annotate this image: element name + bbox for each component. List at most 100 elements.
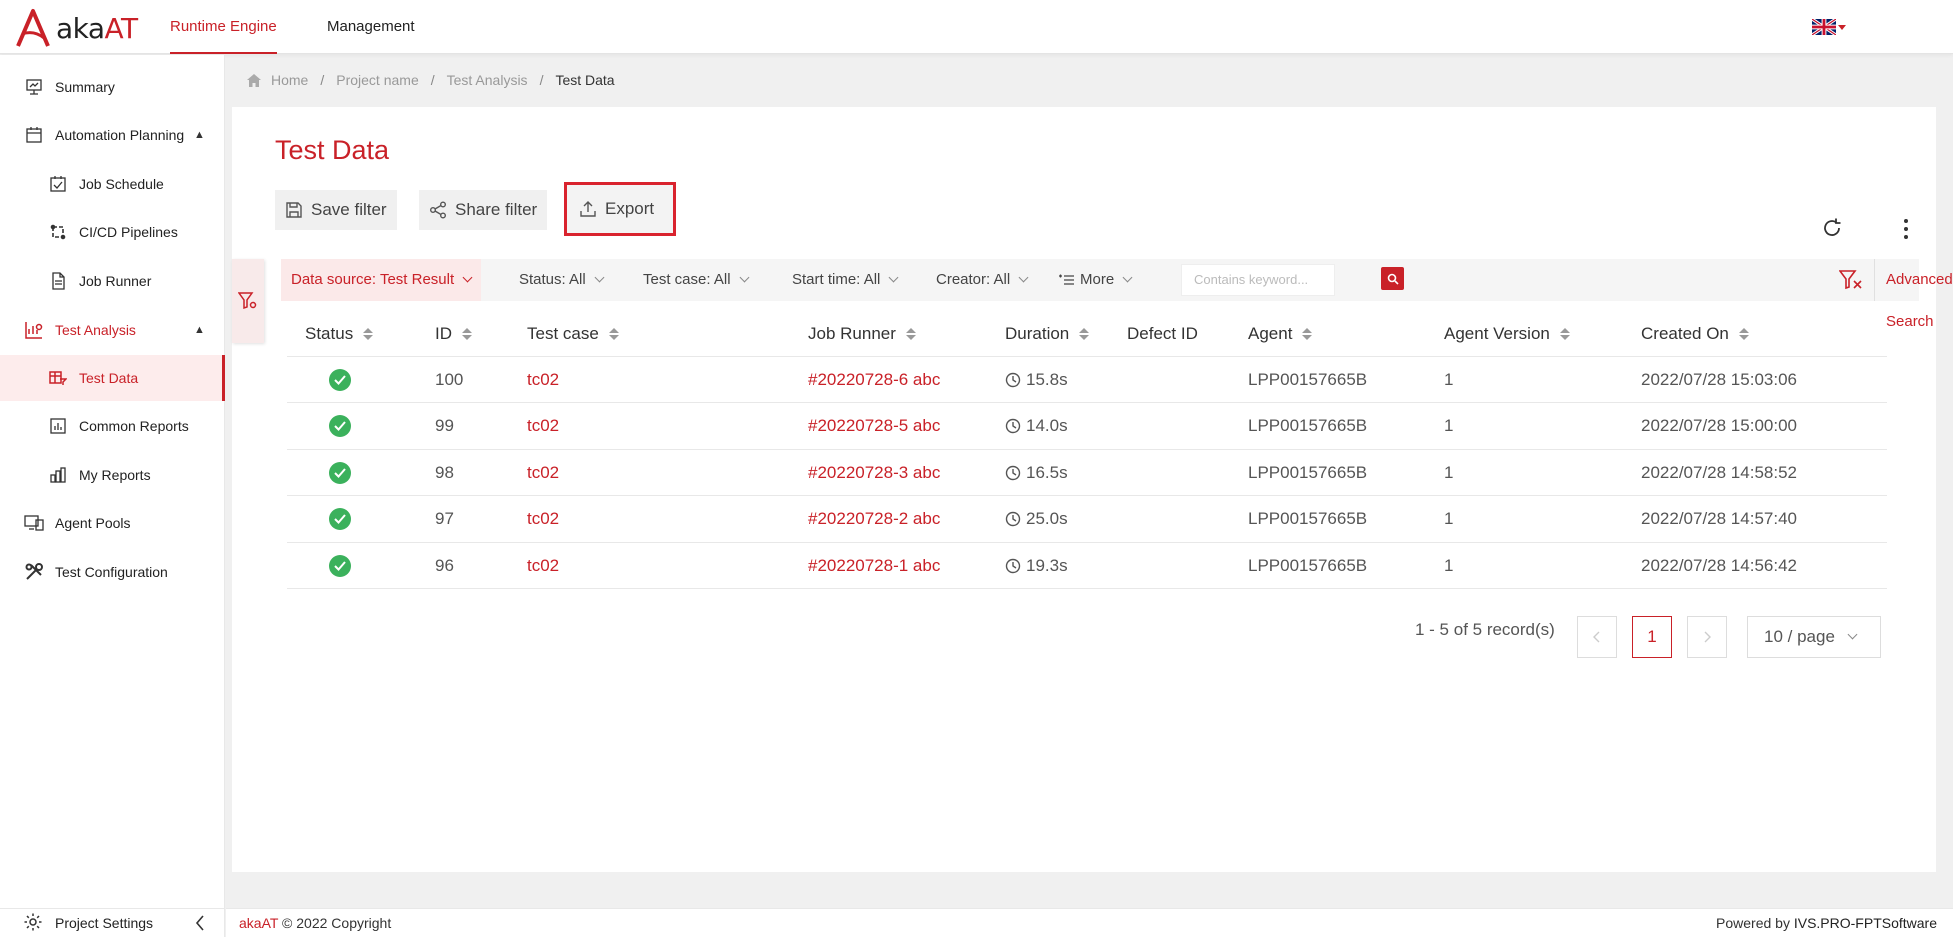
id-cell: 99 xyxy=(435,416,454,436)
creator-filter[interactable]: Creator: All xyxy=(936,259,1029,301)
breadcrumb-separator: / xyxy=(430,72,435,88)
language-selector[interactable] xyxy=(1812,19,1846,35)
refresh-button[interactable] xyxy=(1821,217,1843,244)
table-row[interactable]: 97 tc02 #20220728-2 abc 25.0s LPP00157665B 1 2… xyxy=(287,496,1887,543)
app-logo[interactable]: akaAT xyxy=(14,8,138,48)
breadcrumb-current: Test Data xyxy=(555,72,615,88)
status-cell xyxy=(329,403,351,449)
start-time-filter[interactable]: Start time: All xyxy=(792,259,899,301)
job-runner-link[interactable]: #20220728-6 abc xyxy=(808,357,940,403)
id-cell: 98 xyxy=(435,462,454,482)
table-row[interactable]: 100 tc02 #20220728-6 abc 15.8s LPP00157665B 1… xyxy=(287,357,1887,404)
agent-version-cell: 1 xyxy=(1444,416,1454,436)
sidebar-item-job-runner[interactable]: Job Runner xyxy=(0,258,225,304)
agent-cell: LPP00157665B xyxy=(1248,416,1368,436)
project-settings-link[interactable]: Project Settings xyxy=(55,909,153,937)
column-header-id[interactable]: ID xyxy=(435,311,472,357)
column-header-status[interactable]: Status xyxy=(305,311,374,357)
share-filter-button[interactable]: Share filter xyxy=(419,190,548,230)
agent-version-cell: 1 xyxy=(1444,509,1454,529)
tab-runtime-engine[interactable]: Runtime Engine xyxy=(170,0,277,54)
sidebar-item-automation-planning[interactable]: Automation Planning ▲ xyxy=(0,112,225,158)
filter-panel-toggle[interactable] xyxy=(232,259,264,343)
logo-text: akaAT xyxy=(56,11,138,45)
table-row[interactable]: 99 tc02 #20220728-5 abc 14.0s LPP00157665B 1 2… xyxy=(287,403,1887,450)
tools-icon xyxy=(23,561,45,583)
column-header-job-runner[interactable]: Job Runner xyxy=(808,311,916,357)
column-header-agent[interactable]: Agent xyxy=(1248,311,1313,357)
duration-cell: 16.5s xyxy=(1005,450,1068,496)
job-runner-link[interactable]: #20220728-2 abc xyxy=(808,496,940,542)
export-button[interactable]: Export xyxy=(564,182,676,236)
test-case-link[interactable]: tc02 xyxy=(527,450,559,496)
clear-filter-button[interactable] xyxy=(1838,269,1863,296)
duration-cell: 14.0s xyxy=(1005,403,1068,449)
column-header-created-on[interactable]: Created On xyxy=(1641,311,1749,357)
table-row[interactable]: 96 tc02 #20220728-1 abc 19.3s LPP00157665B 1 2… xyxy=(287,543,1887,589)
sidebar-item-test-data[interactable]: Test Data xyxy=(0,355,225,401)
sidebar-item-cicd-pipelines[interactable]: CI/CD Pipelines xyxy=(0,209,225,255)
chevron-down-icon xyxy=(1018,272,1029,283)
column-header-agent-version[interactable]: Agent Version xyxy=(1444,311,1570,357)
calendar-icon xyxy=(23,124,45,146)
search-button[interactable] xyxy=(1381,267,1404,290)
next-page-button[interactable] xyxy=(1687,616,1727,658)
sidebar-item-summary[interactable]: Summary xyxy=(0,64,225,110)
agent-version-cell: 1 xyxy=(1444,555,1454,575)
sidebar-item-job-schedule[interactable]: Job Schedule xyxy=(0,161,225,207)
collapse-sidebar-button[interactable] xyxy=(195,915,205,936)
status-filter[interactable]: Status: All xyxy=(519,259,605,301)
sort-icon xyxy=(905,328,916,340)
created-on-cell: 2022/07/28 15:03:06 xyxy=(1641,370,1797,389)
column-header-duration[interactable]: Duration xyxy=(1005,311,1090,357)
data-source-filter[interactable]: Data source: Test Result xyxy=(281,259,482,301)
breadcrumb-test-analysis[interactable]: Test Analysis xyxy=(447,72,528,88)
chevron-down-icon xyxy=(888,272,899,283)
status-cell xyxy=(329,543,351,589)
breadcrumb-home[interactable]: Home xyxy=(271,72,308,88)
job-runner-link[interactable]: #20220728-3 abc xyxy=(808,450,940,496)
filter-settings-icon xyxy=(238,292,257,310)
sidebar-item-test-analysis[interactable]: Test Analysis ▲ xyxy=(0,307,225,353)
powered-by-text: Powered by IVS.PRO-FPTSoftware xyxy=(1716,915,1937,931)
job-runner-link[interactable]: #20220728-5 abc xyxy=(808,403,940,449)
pipeline-icon xyxy=(47,221,69,243)
tab-management[interactable]: Management xyxy=(327,0,415,54)
prev-page-button[interactable] xyxy=(1577,616,1617,658)
created-on-cell: 2022/07/28 14:56:42 xyxy=(1641,555,1797,575)
column-header-test-case[interactable]: Test case xyxy=(527,311,619,357)
test-case-filter[interactable]: Test case: All xyxy=(643,259,749,301)
sidebar: Summary Automation Planning ▲ Job Schedu… xyxy=(0,55,225,908)
test-case-link[interactable]: tc02 xyxy=(527,496,559,542)
status-cell xyxy=(329,450,351,496)
sidebar-item-agent-pools[interactable]: Agent Pools xyxy=(0,500,225,546)
page-title: Test Data xyxy=(275,135,390,165)
duration-cell: 25.0s xyxy=(1005,496,1068,542)
page-size-select[interactable]: 10 / page xyxy=(1747,616,1881,658)
page-number-button[interactable]: 1 xyxy=(1632,616,1672,658)
test-case-link[interactable]: tc02 xyxy=(527,543,559,589)
monitor-icon xyxy=(23,512,45,534)
table-header: Status ID Test case Job Runner Duration … xyxy=(287,311,1887,357)
test-case-link[interactable]: tc02 xyxy=(527,357,559,403)
filter-clear-icon xyxy=(1838,270,1862,290)
breadcrumb-project[interactable]: Project name xyxy=(336,72,418,88)
more-options-button[interactable] xyxy=(1903,218,1909,245)
sidebar-item-test-configuration[interactable]: Test Configuration xyxy=(0,549,225,595)
test-case-link[interactable]: tc02 xyxy=(527,403,559,449)
analysis-icon xyxy=(23,319,45,341)
sidebar-item-common-reports[interactable]: Common Reports xyxy=(0,403,225,449)
column-header-defect-id: Defect ID xyxy=(1127,324,1198,343)
save-filter-button[interactable]: Save filter xyxy=(275,190,397,230)
agent-cell: LPP00157665B xyxy=(1248,370,1368,389)
keyword-search-input[interactable]: Contains keyword... xyxy=(1181,264,1335,296)
job-runner-link[interactable]: #20220728-1 abc xyxy=(808,543,940,589)
table-row[interactable]: 98 tc02 #20220728-3 abc 16.5s LPP00157665B 1 2… xyxy=(287,450,1887,497)
status-passed-icon xyxy=(329,369,351,391)
clock-icon xyxy=(1005,465,1021,480)
bar-chart-icon xyxy=(47,464,69,486)
advanced-search-button[interactable]: Advanced Search xyxy=(1886,259,1953,330)
more-filters-button[interactable]: More xyxy=(1059,259,1133,301)
sidebar-item-my-reports[interactable]: My Reports xyxy=(0,452,225,498)
duration-value: 25.0s xyxy=(1026,509,1068,529)
